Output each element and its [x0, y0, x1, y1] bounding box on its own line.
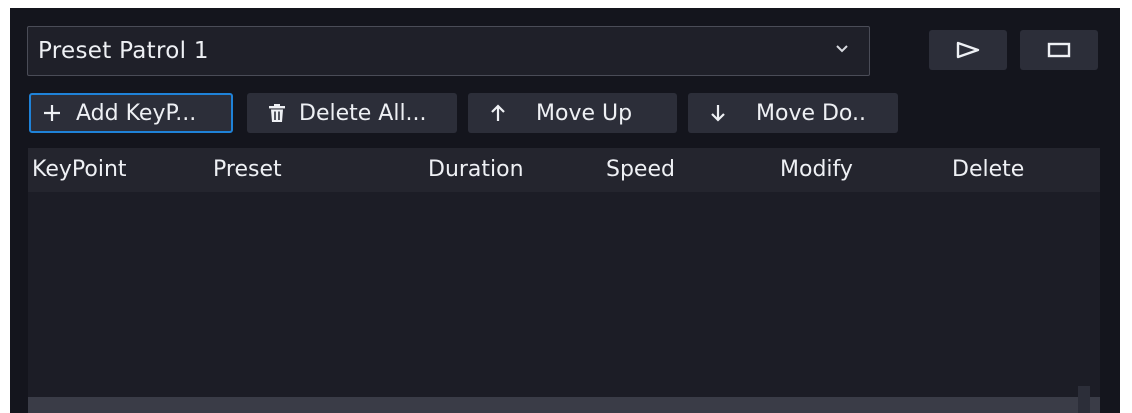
column-header-modify: Modify — [780, 157, 853, 182]
table-header: KeyPoint Preset Duration Speed Modify De… — [28, 148, 1100, 192]
delete-all-button[interactable]: Delete All... — [247, 93, 457, 133]
arrow-down-icon — [710, 103, 726, 123]
move-down-button[interactable]: Move Do.. — [688, 93, 898, 133]
preset-patrol-panel: Preset Patrol 1 Add KeyP... Delete All..… — [10, 8, 1120, 413]
column-header-speed: Speed — [606, 157, 675, 182]
start-patrol-button[interactable] — [929, 30, 1007, 70]
trash-icon — [267, 103, 287, 123]
chevron-down-icon — [836, 45, 848, 53]
move-up-button[interactable]: Move Up — [468, 93, 677, 133]
keypoint-table: KeyPoint Preset Duration Speed Modify De… — [28, 148, 1100, 413]
move-down-label: Move Do.. — [756, 100, 866, 126]
arrow-up-icon — [490, 103, 506, 123]
column-header-duration: Duration — [428, 157, 524, 182]
vertical-scrollbar[interactable] — [1078, 386, 1090, 413]
column-header-delete: Delete — [952, 157, 1025, 182]
play-icon — [956, 41, 980, 59]
column-header-keypoint: KeyPoint — [32, 157, 127, 182]
add-keypoint-label: Add KeyP... — [76, 100, 197, 126]
add-keypoint-button[interactable]: Add KeyP... — [29, 93, 233, 133]
patrol-select-dropdown[interactable]: Preset Patrol 1 — [27, 26, 870, 76]
horizontal-scrollbar[interactable] — [28, 397, 1100, 413]
stop-patrol-button[interactable] — [1020, 30, 1098, 70]
stop-icon — [1047, 42, 1071, 58]
delete-all-label: Delete All... — [299, 100, 427, 126]
move-up-label: Move Up — [536, 100, 633, 126]
table-body — [28, 192, 1100, 394]
plus-icon — [42, 103, 62, 123]
column-header-preset: Preset — [213, 157, 282, 182]
patrol-select-value: Preset Patrol 1 — [38, 38, 209, 64]
